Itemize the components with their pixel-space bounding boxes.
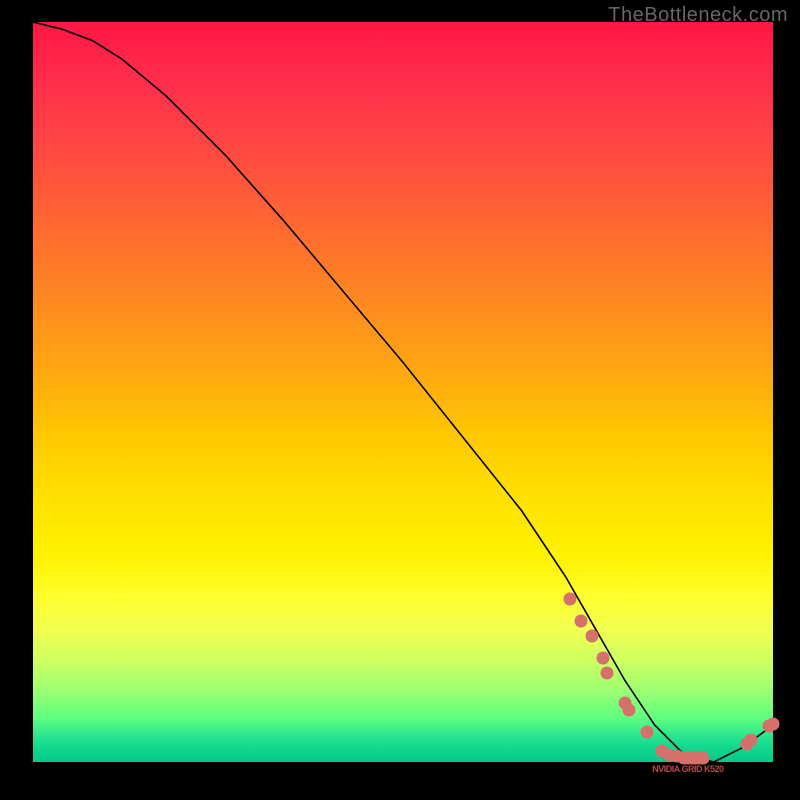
data-marker (563, 593, 576, 606)
data-marker (600, 667, 613, 680)
chart-curve (33, 22, 773, 762)
data-marker (744, 733, 757, 746)
chart-plot-area: NVIDIA GRID K520 (33, 22, 773, 762)
data-marker (696, 752, 709, 765)
data-marker (622, 704, 635, 717)
data-marker (574, 615, 587, 628)
series-label: NVIDIA GRID K520 (652, 764, 723, 774)
data-marker (585, 630, 598, 643)
data-marker (641, 726, 654, 739)
watermark-text: TheBottleneck.com (608, 4, 788, 27)
data-marker (767, 717, 780, 730)
data-marker (596, 652, 609, 665)
